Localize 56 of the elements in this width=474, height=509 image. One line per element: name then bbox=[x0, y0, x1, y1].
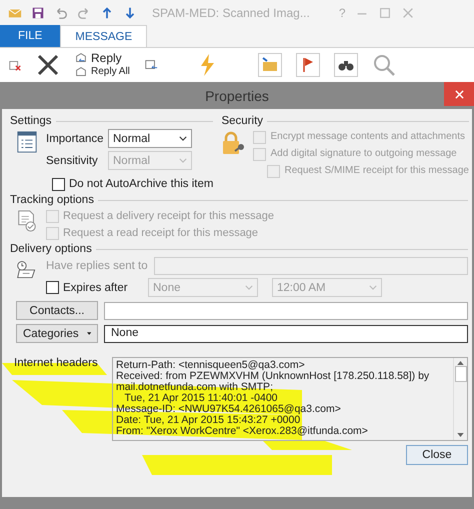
down-arrow-icon[interactable] bbox=[123, 6, 137, 20]
checkbox-label: Request S/MIME receipt for this message bbox=[284, 164, 469, 178]
up-arrow-icon[interactable] bbox=[100, 6, 114, 20]
chevron-icon bbox=[179, 136, 187, 141]
categories-button[interactable]: Categories bbox=[16, 324, 98, 343]
categories-field[interactable]: None bbox=[104, 324, 468, 342]
checkbox-label: Request a delivery receipt for this message bbox=[63, 209, 274, 224]
section-heading: Settings bbox=[10, 115, 52, 127]
checkbox[interactable] bbox=[46, 281, 59, 294]
reply-all-label[interactable]: Reply All bbox=[91, 66, 130, 78]
ignore-icon[interactable] bbox=[8, 58, 22, 72]
list-icon bbox=[16, 131, 38, 153]
dialog-title: Properties bbox=[205, 88, 269, 104]
ribbon-tab[interactable]: FILE bbox=[0, 25, 60, 47]
scrollbar[interactable] bbox=[453, 358, 467, 440]
field-label: Importance bbox=[46, 132, 102, 144]
chevron-icon bbox=[369, 285, 377, 290]
redo-icon[interactable] bbox=[77, 6, 91, 20]
window-title: SPAM-MED: Scanned Imag... bbox=[152, 6, 310, 20]
flag-icon[interactable] bbox=[296, 53, 320, 77]
header-line: Received: from PZEWMXVHM (UnknownHost [178.250.118.58]) by bbox=[116, 371, 430, 382]
checkbox[interactable] bbox=[52, 178, 65, 190]
checkbox-label: Encrypt message contents and attachments bbox=[270, 130, 466, 144]
dropdown-arrow-icon bbox=[86, 331, 91, 336]
chevron-icon bbox=[179, 158, 187, 163]
search-icon[interactable] bbox=[372, 53, 396, 77]
chevron-icon bbox=[245, 285, 253, 290]
undo-icon[interactable] bbox=[54, 6, 68, 20]
save-icon[interactable] bbox=[31, 6, 45, 20]
close-button[interactable] bbox=[444, 82, 474, 106]
delete-icon[interactable] bbox=[36, 53, 60, 77]
binoculars-icon[interactable] bbox=[334, 53, 358, 77]
checkbox-label: Add digital signature to outgoing message bbox=[270, 147, 457, 161]
headers-text-area[interactable] bbox=[112, 357, 468, 441]
checkbox-label: Expires after bbox=[63, 280, 128, 296]
contacts-field[interactable] bbox=[104, 302, 468, 320]
close-button[interactable]: Close bbox=[406, 445, 468, 465]
checklist-icon bbox=[16, 210, 38, 232]
header-line: Date: Tue, 21 Apr 2015 15:43:27 +0000 bbox=[116, 415, 300, 426]
section-heading: Delivery options bbox=[10, 243, 92, 255]
field-label: Have replies sent to bbox=[46, 259, 148, 274]
field-label: Sensitivity bbox=[46, 154, 99, 166]
dropdown[interactable]: Normal bbox=[108, 129, 192, 148]
section-heading: Security bbox=[221, 115, 264, 127]
checkbox-label: Request a read receipt for this message bbox=[63, 226, 258, 241]
checkbox-label: Do not AutoArchive this item bbox=[69, 177, 214, 192]
header-line: Return-Path: <tennisqueen5@qa3.com> bbox=[116, 360, 306, 371]
header-line: Tue, 21 Apr 2015 11:40:01 -0400 bbox=[124, 393, 279, 404]
scroll-down-icon[interactable] bbox=[457, 433, 464, 437]
timer-envelope-icon bbox=[16, 259, 38, 281]
close-icon bbox=[454, 90, 464, 98]
scroll-thumb[interactable] bbox=[454, 366, 466, 382]
ribbon-tab[interactable]: MESSAGE bbox=[60, 25, 148, 47]
contacts-button[interactable]: Contacts... bbox=[16, 301, 98, 320]
reply-label[interactable]: Reply bbox=[91, 51, 122, 65]
section-heading: Tracking options bbox=[10, 194, 94, 206]
